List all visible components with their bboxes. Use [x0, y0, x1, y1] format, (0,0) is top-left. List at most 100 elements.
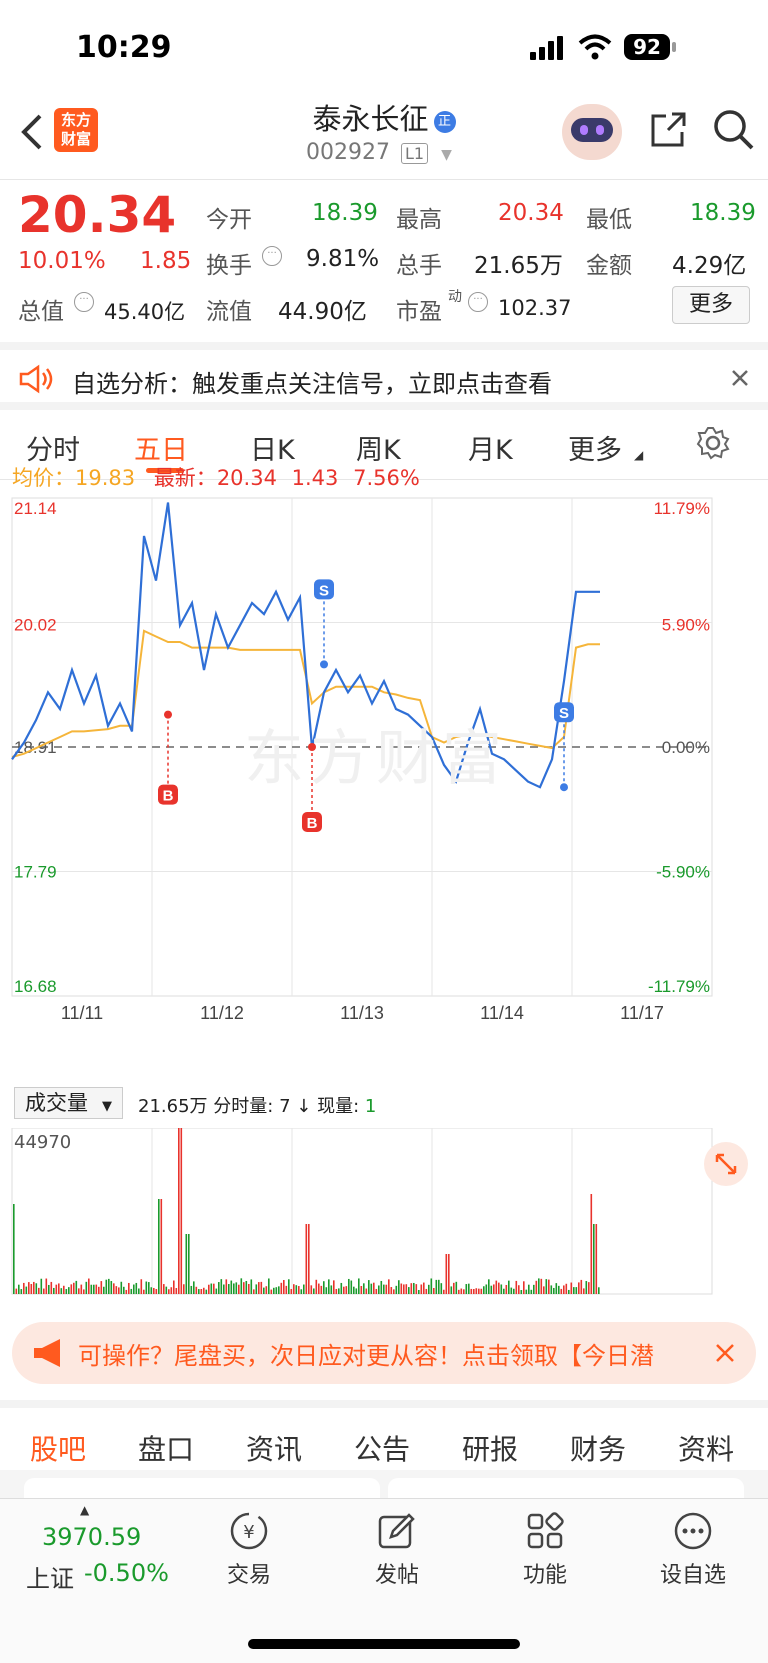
y-tick-left: 21.14: [14, 499, 57, 518]
tab-more[interactable]: 更多: [568, 428, 622, 467]
quote-panel: 20.34 10.01% 1.85 今开 18.39 最高 20.34 最低 1…: [18, 186, 756, 325]
volume-bar: [145, 1281, 148, 1294]
info-icon[interactable]: ···: [262, 246, 282, 266]
marker-label: S: [319, 582, 329, 599]
volume-bar: [495, 1280, 498, 1294]
y-tick-left: 20.02: [14, 616, 57, 635]
volume-bar: [520, 1289, 523, 1294]
volume-bar: [538, 1278, 540, 1294]
volume-bar: [170, 1287, 173, 1294]
battery-icon: 92: [624, 34, 670, 60]
clock: 10:29: [76, 30, 172, 65]
trade-button[interactable]: ¥ 交易: [194, 1509, 304, 1589]
volume-bar: [183, 1284, 185, 1294]
volume-bar: [505, 1284, 508, 1294]
volume-bar: [540, 1278, 543, 1294]
volume-bar: [450, 1286, 453, 1294]
volume-bar: [190, 1285, 193, 1294]
close-icon[interactable]: [714, 1342, 736, 1364]
volume-bar: [378, 1285, 380, 1294]
volume-bar: [240, 1278, 243, 1294]
close-icon[interactable]: [730, 368, 750, 388]
index-value[interactable]: 3970.59: [42, 1523, 141, 1551]
volume-bar: [428, 1284, 430, 1294]
volume-bar: [118, 1287, 120, 1294]
tab-finance[interactable]: 财务: [570, 1428, 626, 1468]
volume-bar: [95, 1284, 98, 1294]
function-button[interactable]: 功能: [490, 1509, 600, 1589]
volume-bar: [545, 1279, 548, 1294]
watermark: 东方财富: [244, 724, 508, 794]
search-icon[interactable]: [712, 108, 756, 152]
settings-gear-icon[interactable]: [696, 426, 730, 460]
volume-bar: [410, 1283, 413, 1294]
volume-bar: [420, 1284, 423, 1294]
volume-bar: [333, 1280, 335, 1294]
volume-bar: [335, 1288, 338, 1294]
volume-bar: [460, 1288, 463, 1294]
volume-bar: [443, 1289, 445, 1294]
volume-canvas: [11, 1128, 713, 1295]
signal-icon: [530, 36, 563, 60]
tab-pankou[interactable]: 盘口: [138, 1428, 194, 1468]
volume-bar: [480, 1288, 483, 1294]
tab-announcements[interactable]: 公告: [354, 1428, 410, 1468]
volume-bar: [40, 1278, 43, 1294]
volume-bar: [440, 1283, 443, 1294]
indicator-select[interactable]: 成交量 ▼: [14, 1087, 123, 1119]
volume-bar: [25, 1286, 28, 1294]
marker-dot: [164, 710, 172, 719]
volume-bar: [533, 1284, 535, 1294]
volume-bar: [493, 1284, 495, 1294]
volume-bar: [115, 1286, 118, 1294]
tab-guba[interactable]: 股吧: [30, 1428, 86, 1468]
volume-bar: [288, 1279, 290, 1294]
more-button[interactable]: 更多: [672, 286, 750, 324]
battery-tip: [672, 42, 676, 52]
dropdown-caret-icon[interactable]: ▼: [441, 147, 452, 163]
tab-research[interactable]: 研报: [462, 1428, 518, 1468]
volume-bar: [295, 1285, 298, 1294]
volume-bar: [208, 1284, 210, 1294]
assistant-robot-icon[interactable]: [562, 104, 622, 160]
y-tick-right: -11.79%: [648, 977, 710, 996]
tab-monthly-k[interactable]: 月K: [468, 428, 513, 467]
volume-bar: [358, 1278, 360, 1294]
notice-bar[interactable]: 自选分析：触发重点关注信号，立即点击查看: [0, 342, 768, 410]
volume-bar: [180, 1128, 183, 1294]
marker-label: B: [307, 815, 318, 832]
post-button[interactable]: 发帖: [342, 1509, 452, 1589]
volume-bar: [395, 1285, 398, 1294]
volume-bar: [530, 1289, 533, 1294]
volume-bar: [165, 1286, 168, 1294]
expand-icon[interactable]: [704, 1142, 748, 1186]
level-badge: L1: [400, 143, 429, 164]
volume-bar: [323, 1281, 325, 1294]
share-icon[interactable]: [648, 110, 688, 150]
volume-bar: [318, 1283, 320, 1294]
expand-up-icon[interactable]: ▲: [80, 1503, 89, 1517]
volume-bar: [595, 1224, 598, 1294]
volume-bar: [245, 1280, 248, 1294]
info-icon[interactable]: ···: [468, 292, 488, 312]
volume-bar: [528, 1284, 530, 1294]
tab-profile[interactable]: 资料: [678, 1428, 734, 1468]
volume-frame: [11, 1128, 713, 1295]
volume-bar: [370, 1283, 373, 1294]
x-tick: 11/13: [340, 1003, 384, 1023]
volume-bar: [363, 1283, 365, 1294]
volume-bar: [283, 1280, 285, 1294]
volume-bar: [255, 1284, 258, 1294]
total-volume: 21.65万: [474, 253, 563, 279]
x-tick: 11/14: [480, 1003, 524, 1023]
add-watchlist-button[interactable]: 设自选: [638, 1509, 748, 1589]
tab-news[interactable]: 资讯: [246, 1428, 302, 1468]
volume-bar: [218, 1282, 220, 1294]
volume-panel[interactable]: 成交量 ▼ 21.65万 分时量: 7 ↓ 现量: 1 44970: [0, 1087, 768, 1310]
promo-banner[interactable]: 可操作？尾盘买，次日应对更从容！点击领取【今日潜: [12, 1322, 756, 1384]
volume-bar: [328, 1279, 330, 1294]
info-icon[interactable]: ···: [74, 292, 94, 312]
volume-bar: [210, 1283, 213, 1294]
y-tick-left: 17.79: [14, 863, 57, 882]
price-chart[interactable]: 均价：19.83 最新：20.34 1.43 7.56% 21.14 20.02 1…: [0, 466, 768, 1100]
